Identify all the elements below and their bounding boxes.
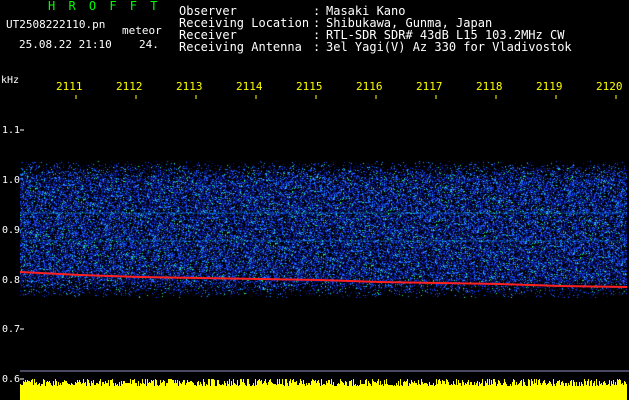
- info-value-antenna: 3el Yagi(V) Az 330 for Vladivostok: [326, 40, 572, 54]
- meteor-count: 24.: [139, 38, 159, 51]
- signal-histogram: [20, 379, 627, 400]
- x-tick-label: 2120: [596, 80, 623, 93]
- info-colon: :: [313, 40, 321, 54]
- info-label-antenna: Receiving Antenna: [179, 40, 302, 54]
- hrofft-window: H R O F F T UT2508222110.pn meteor 25.08…: [0, 0, 629, 400]
- x-tick-label: 2118: [476, 80, 503, 93]
- file-name: UT2508222110.pn: [6, 18, 106, 31]
- x-tick-label: 2113: [176, 80, 203, 93]
- y-tick-label: 0.9: [2, 225, 21, 236]
- mode-label: meteor: [122, 24, 162, 37]
- x-tick-label: 2114: [236, 80, 263, 93]
- y-tick-label: 0.7: [2, 324, 21, 335]
- x-tick-label: 2112: [116, 80, 143, 93]
- y-tick-label: 0.8: [2, 275, 21, 286]
- y-axis-unit: kHz: [1, 75, 20, 86]
- timestamp: 25.08.22 21:10: [19, 38, 112, 51]
- y-tick-label: 0.6: [2, 374, 21, 385]
- spectrogram-overlay: [20, 212, 628, 400]
- x-tick-label: 2119: [536, 80, 563, 93]
- x-tick-label: 2111: [56, 80, 83, 93]
- y-tick-label: 1.0: [2, 175, 21, 186]
- carrier-trace: [20, 271, 628, 288]
- x-tick-label: 2116: [356, 80, 383, 93]
- x-tick-label: 2117: [416, 80, 443, 93]
- y-tick-label: 1.1: [2, 125, 21, 136]
- x-tick-label: 2115: [296, 80, 323, 93]
- app-title: H R O F F T: [48, 0, 161, 13]
